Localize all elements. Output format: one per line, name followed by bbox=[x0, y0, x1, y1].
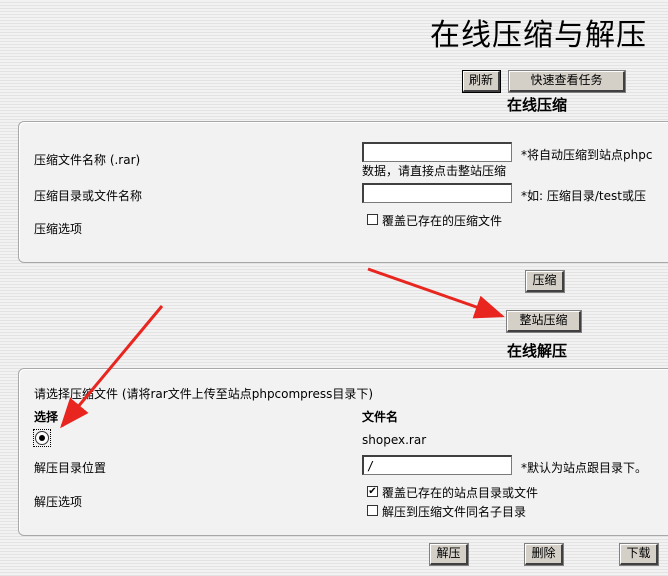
arrow-to-file-radio bbox=[60, 305, 164, 429]
arrow-to-site-compress bbox=[367, 267, 505, 319]
annotation-arrows bbox=[60, 267, 505, 429]
